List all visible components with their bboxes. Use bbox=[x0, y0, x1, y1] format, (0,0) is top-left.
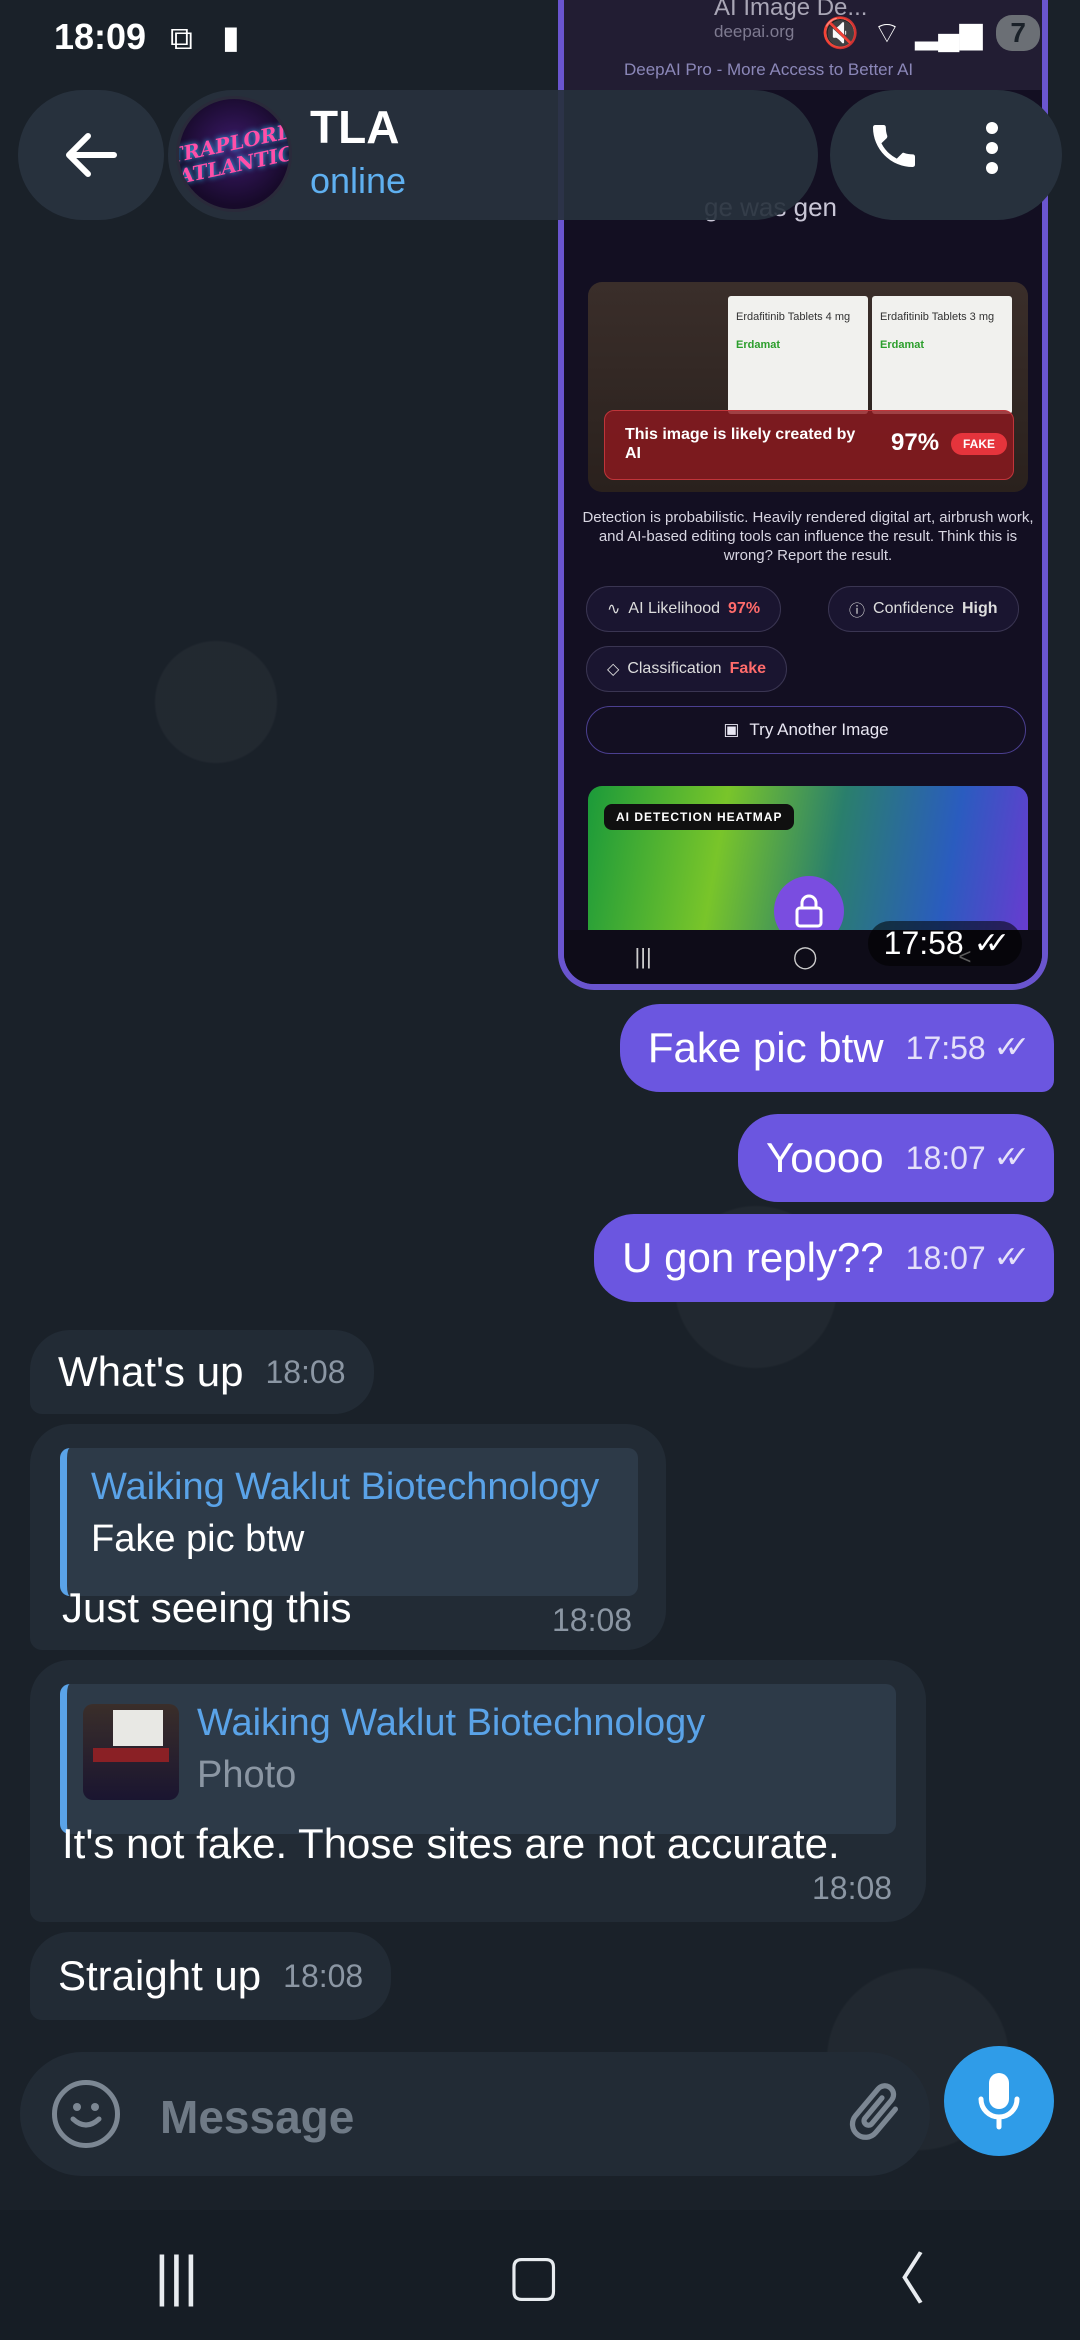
status-time: 18:09 bbox=[54, 16, 147, 57]
fake-badge: FAKE bbox=[951, 433, 1008, 455]
back-icon[interactable]: 〈 bbox=[869, 2235, 925, 2316]
message-bubble-in[interactable]: Waiking Waklut Biotechnology Fake pic bt… bbox=[30, 1424, 666, 1650]
screen-record-icon: ⧉ bbox=[170, 20, 193, 56]
system-navigation-bar: ||| ▢ 〈 bbox=[0, 2210, 1080, 2340]
message-bubble-in[interactable]: What's up 18:08 bbox=[30, 1330, 374, 1414]
back-button[interactable] bbox=[18, 90, 164, 220]
read-ticks-icon: ✓✓ bbox=[993, 1241, 1030, 1274]
message-time: 18:08 bbox=[283, 1958, 364, 1994]
product-box: Erdafitinib Tablets 4 mg Erdamat bbox=[728, 296, 868, 414]
more-vertical-icon bbox=[986, 122, 998, 174]
message-time: 18:08 bbox=[552, 1602, 633, 1638]
signal-icon: ▂▄▆ bbox=[915, 16, 983, 50]
info-icon: ⓘ bbox=[849, 603, 866, 620]
message-bubble-out[interactable]: Yoooo 18:07 ✓✓ bbox=[738, 1114, 1054, 1202]
message-text: U gon reply?? bbox=[622, 1234, 884, 1281]
wifi-icon: ⌔ bbox=[872, 17, 902, 50]
alert-icon: ▮ bbox=[222, 19, 240, 55]
reply-quote[interactable]: Waiking Waklut Biotechnology Photo bbox=[60, 1684, 896, 1834]
reply-quote[interactable]: Waiking Waklut Biotechnology Fake pic bt… bbox=[60, 1448, 638, 1596]
tag-icon: ◇ bbox=[607, 661, 620, 678]
message-bubble-out[interactable]: Fake pic btw 17:58 ✓✓ bbox=[619, 1004, 1054, 1092]
message-input[interactable]: Message bbox=[160, 2090, 354, 2144]
call-button[interactable] bbox=[866, 118, 922, 179]
message-text: It's not fake. Those sites are not accur… bbox=[62, 1820, 840, 1867]
banner-text: This image is likely created by AI bbox=[625, 426, 856, 462]
home-icon[interactable]: ▢ bbox=[507, 2242, 560, 2308]
detection-note: Detection is probabilistic. Heavily rend… bbox=[582, 509, 1034, 564]
more-menu-button[interactable] bbox=[984, 120, 1000, 181]
message-time: 18:08 bbox=[812, 1870, 893, 1906]
voice-message-button[interactable] bbox=[944, 2046, 1054, 2156]
message-text: Straight up bbox=[58, 1952, 262, 1999]
banner-percent: 97% bbox=[891, 429, 940, 456]
attach-button[interactable] bbox=[840, 2078, 910, 2153]
image-icon: ▣ bbox=[723, 720, 740, 739]
message-time: 18:08 bbox=[265, 1354, 346, 1390]
message-text: Fake pic btw bbox=[647, 1024, 884, 1071]
emoji-icon[interactable] bbox=[52, 2080, 120, 2148]
heatmap-label: AI DETECTION HEATMAP bbox=[604, 804, 795, 830]
battery-icon: 7 bbox=[996, 15, 1040, 51]
paperclip-icon bbox=[849, 2083, 898, 2140]
product-photo: Erdafitinib Tablets 4 mg Erdamat Erdafit… bbox=[588, 282, 1028, 492]
message-text: What's up bbox=[58, 1348, 244, 1395]
chat-title: TLA bbox=[310, 101, 400, 153]
read-ticks-icon: ✓✓ bbox=[993, 1141, 1030, 1174]
chip-ai-likelihood: ∿ AI Likelihood 97% bbox=[586, 586, 782, 632]
pulse-icon: ∿ bbox=[607, 601, 621, 618]
chip-classification: ◇ Classification Fake bbox=[586, 646, 788, 692]
message-meta: 17:58 ✓✓ bbox=[867, 921, 1022, 966]
message-meta: 18:07 ✓✓ bbox=[906, 1133, 1031, 1183]
message-text: Just seeing this bbox=[62, 1584, 352, 1631]
message-meta: 18:07 ✓✓ bbox=[906, 1233, 1031, 1283]
site-url: deepai.org bbox=[714, 22, 795, 41]
read-ticks-icon: ✓✓ bbox=[993, 1031, 1030, 1064]
status-icons: 🔇 ⌔ ▂▄▆ 7 bbox=[821, 14, 1040, 52]
message-bubble-in[interactable]: Waiking Waklut Biotechnology Photo It's … bbox=[30, 1660, 926, 1922]
avatar[interactable]: TRAPLORD ATLANTIC bbox=[176, 96, 292, 212]
message-composer bbox=[20, 2052, 930, 2176]
mute-icon: 🔇 bbox=[821, 16, 859, 50]
reply-text: Photo bbox=[197, 1754, 297, 1796]
message-time: 17:58 bbox=[883, 925, 964, 961]
reply-sender: Waiking Waklut Biotechnology bbox=[197, 1702, 706, 1744]
message-text: Yoooo bbox=[766, 1134, 884, 1181]
microphone-icon bbox=[978, 2073, 1020, 2130]
try-another-image-button: ▣ Try Another Image bbox=[586, 706, 1026, 754]
promo-banner: DeepAI Pro - More Access to Better AI bbox=[624, 60, 914, 79]
reply-text: Fake pic btw bbox=[91, 1518, 305, 1560]
chip-confidence: ⓘ Confidence High bbox=[828, 586, 1019, 632]
message-bubble-in[interactable]: Straight up 18:08 bbox=[30, 1932, 392, 2020]
chat-status: online bbox=[310, 160, 407, 201]
message-bubble-out[interactable]: U gon reply?? 18:07 ✓✓ bbox=[594, 1214, 1054, 1302]
back-arrow-icon bbox=[66, 133, 117, 177]
read-ticks-icon: ✓✓ bbox=[973, 927, 1010, 960]
reply-sender: Waiking Waklut Biotechnology bbox=[91, 1466, 600, 1508]
product-box: Erdafitinib Tablets 3 mg Erdamat bbox=[872, 296, 1012, 414]
reply-thumbnail bbox=[83, 1704, 179, 1800]
header-actions bbox=[830, 90, 1062, 220]
message-meta: 17:58 ✓✓ bbox=[906, 1023, 1031, 1073]
detection-banner: This image is likely created by AI 97% F… bbox=[604, 410, 1014, 480]
phone-icon bbox=[873, 125, 915, 167]
recents-icon[interactable]: ||| bbox=[155, 2243, 199, 2308]
